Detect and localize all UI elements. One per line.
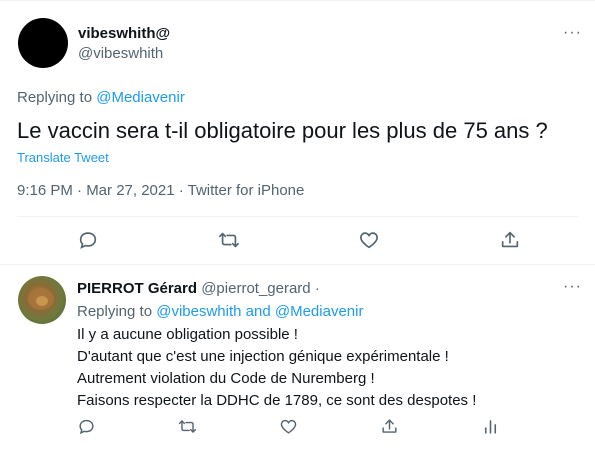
replying-and: and <box>245 303 271 320</box>
reply-icon[interactable] <box>77 417 101 441</box>
retweet-icon[interactable] <box>178 417 202 441</box>
retweet-icon[interactable] <box>218 229 242 253</box>
handle[interactable]: @vibeswhith <box>78 45 163 62</box>
more-icon[interactable]: ··· <box>563 24 582 42</box>
replying-prefix: Replying to <box>77 303 153 320</box>
handle[interactable]: @pierrot_gerard · <box>201 280 320 297</box>
avatar[interactable] <box>18 18 68 68</box>
display-name[interactable]: vibeswhith@ <box>78 25 170 42</box>
like-icon[interactable] <box>279 417 303 441</box>
share-icon[interactable] <box>380 417 404 441</box>
tweet-timestamp[interactable]: 9:16 PM · Mar 27, 2021 · Twitter for iPh… <box>17 182 304 199</box>
reply-text-line: D'autant que c'est une injection génique… <box>77 348 449 365</box>
tweet-text: Le vaccin sera t-il obligatoire pour les… <box>17 118 548 143</box>
like-icon[interactable] <box>358 229 382 253</box>
mention-link[interactable]: @Mediavenir <box>96 89 185 106</box>
replying-prefix: Replying to <box>17 89 93 106</box>
translate-tweet-link[interactable]: Translate Tweet <box>17 150 109 165</box>
analytics-icon[interactable] <box>481 417 505 441</box>
divider <box>17 216 578 217</box>
divider <box>0 264 595 265</box>
replying-to: Replying to @Mediavenir <box>17 89 185 106</box>
reply-icon[interactable] <box>77 229 101 253</box>
reply-text-line: Faisons respecter la DDHC de 1789, ce so… <box>77 392 477 409</box>
reply-text-line: Il y a aucune obligation possible ! <box>77 326 298 343</box>
share-icon[interactable] <box>499 229 523 253</box>
reply-author[interactable]: PIERROT Gérard @pierrot_gerard · <box>77 280 320 297</box>
avatar[interactable] <box>18 276 66 324</box>
display-name[interactable]: PIERROT Gérard <box>77 280 197 297</box>
replying-to: Replying to @vibeswhith and @Mediavenir <box>77 303 363 320</box>
mention-link[interactable]: @vibeswhith <box>156 303 241 320</box>
reply-text-line: Autrement violation du Code de Nuremberg… <box>77 370 375 387</box>
more-icon[interactable]: ··· <box>563 278 582 296</box>
mention-link[interactable]: @Mediavenir <box>275 303 364 320</box>
top-border <box>0 0 595 11</box>
